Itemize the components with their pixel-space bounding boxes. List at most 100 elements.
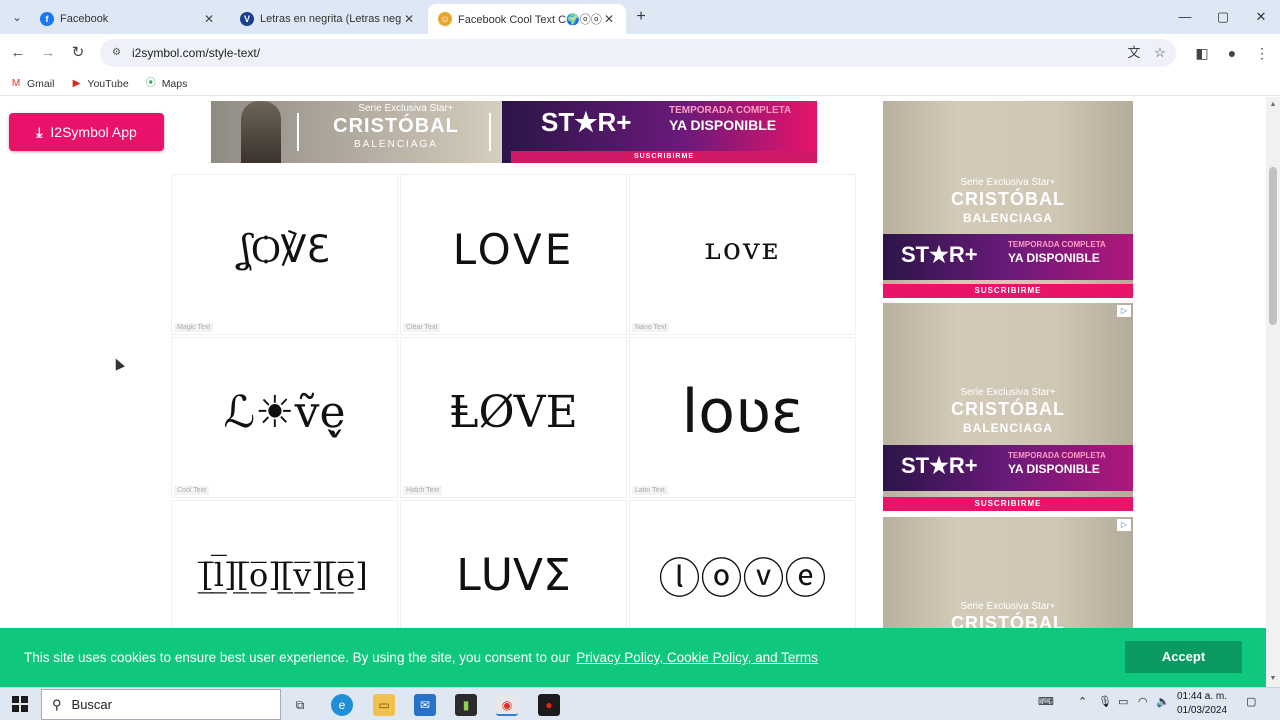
bookmark-youtube[interactable]: ▶ YouTube [70, 77, 129, 90]
ad-divider [489, 113, 491, 151]
bookmark-gmail[interactable]: M Gmail [10, 77, 55, 90]
bookmark-label: Maps [161, 77, 188, 90]
url-text: i2symbol.com/style-text/ [132, 46, 261, 60]
reload-icon[interactable]: ↻ [68, 43, 88, 63]
ad-band: ST★R+ TEMPORADA COMPLETA YA DISPONIBLE [883, 445, 1133, 491]
ad-subscribe-button[interactable]: SUSCRIBIRME [883, 284, 1133, 298]
file-explorer-icon[interactable]: ▭ [373, 694, 395, 716]
tab-letras-negrita[interactable]: V Letras en negrita (Letras negrita ✕ [230, 4, 426, 34]
style-card-latin[interactable]: loʋɛ Latin Text [629, 337, 856, 498]
close-icon[interactable]: ✕ [602, 12, 616, 26]
taskbar-clock[interactable]: 01:44 a. m. 01/03/2024 [1170, 690, 1234, 718]
chrome-icon[interactable]: ◉ [496, 694, 518, 716]
notifications-icon[interactable]: ▢ [1246, 695, 1256, 708]
site-info-icon[interactable]: ⚙ [112, 47, 124, 59]
style-label: Clear Text [403, 323, 441, 332]
scrollbar-thumb[interactable] [1269, 167, 1277, 325]
ad-serie-text: Serie Exclusiva Star+ [960, 177, 1056, 188]
tab-facebook-cool-text[interactable]: ☺ Facebook Cool Text C🌍ⓞⓞ ✕ [428, 4, 626, 34]
edge-icon[interactable]: e [331, 694, 353, 716]
tab-search-chevron-icon[interactable]: ⌄ [6, 7, 28, 29]
ad-temporada: TEMPORADA COMPLETA [1008, 451, 1106, 460]
accept-cookies-button[interactable]: Accept [1125, 641, 1242, 673]
profile-avatar[interactable]: ● [1222, 43, 1242, 63]
menu-kebab-icon[interactable]: ⋮ [1252, 43, 1272, 63]
side-panel-icon[interactable]: ◧ [1192, 43, 1212, 63]
scroll-down-icon[interactable]: ▼ [1266, 673, 1280, 685]
ad-ya-disponible: YA DISPONIBLE [1008, 462, 1100, 476]
adchoices-icon[interactable]: ▷ [1117, 305, 1131, 317]
search-icon: ⚲ [52, 696, 62, 712]
bookmarks-bar: M Gmail ▶ YouTube ⦿ Maps [0, 72, 1280, 96]
close-icon[interactable]: ✕ [202, 12, 216, 26]
i2symbol-app-button[interactable]: ⤓ I2Symbol App [9, 113, 164, 151]
cookie-message: This site uses cookies to ensure best us… [24, 650, 571, 665]
volume-icon[interactable]: 🔈 [1156, 695, 1170, 708]
translate-icon[interactable]: 文 [1124, 43, 1144, 63]
ad-divider [297, 113, 299, 151]
battery-icon[interactable]: ▭ [1118, 695, 1128, 708]
scroll-up-icon[interactable]: ▲ [1266, 99, 1280, 111]
style-card-cool[interactable]: ℒ☀ṽẹ̬ Cool Text [171, 337, 398, 498]
style-card-magic[interactable]: ʆѺ℣ℇ Magic Text [171, 174, 398, 335]
adchoices-icon[interactable]: ▷ [1117, 519, 1131, 531]
ad-temporada: TEMPORADA COMPLETA [1008, 240, 1106, 249]
bookmark-star-icon[interactable]: ☆ [1150, 43, 1170, 63]
ad-title: CRISTÓBAL [333, 115, 459, 137]
cookie-consent-banner: This site uses cookies to ensure best us… [0, 628, 1266, 687]
mail-icon[interactable]: ✉ [414, 694, 436, 716]
ad-ya-disponible: YA DISPONIBLE [1008, 251, 1100, 265]
page-scrollbar[interactable]: ▲ ▼ [1266, 97, 1280, 687]
app-icon[interactable]: ▮ [455, 694, 477, 716]
microphone-icon[interactable]: 🎙 [1098, 695, 1112, 708]
star-plus-logo: ST★R+ [901, 453, 978, 478]
star-plus-logo: ST★R+ [541, 107, 632, 137]
close-icon[interactable]: ✕ [402, 12, 416, 26]
wifi-icon[interactable]: ◠ [1138, 695, 1148, 708]
tab-title: Letras en negrita (Letras negrita [260, 13, 402, 25]
ad-serie-text: Serie Exclusiva Star+ [358, 103, 454, 114]
tray-chevron-icon[interactable]: ⌃ [1078, 695, 1087, 708]
top-banner-ad[interactable]: Serie Exclusiva Star+ CRISTÓBAL BALENCIA… [211, 101, 817, 163]
style-label: Nano Text [632, 323, 670, 332]
privacy-policy-link[interactable]: Privacy Policy, Cookie Policy, and Terms [576, 650, 818, 665]
back-icon[interactable]: ← [8, 43, 28, 63]
side-banner-ad[interactable]: Serie Exclusiva Star+ CRISTÓBAL BALENCIA… [883, 101, 1133, 298]
forward-icon[interactable]: → [38, 43, 58, 63]
close-window-icon[interactable]: ✕ [1252, 8, 1270, 26]
youtube-icon: ▶ [72, 77, 81, 89]
address-bar[interactable]: ⚙ i2symbol.com/style-text/ 文 ☆ [100, 39, 1176, 67]
minimize-icon[interactable]: — [1176, 8, 1194, 26]
ad-title: CRISTÓBAL [951, 189, 1065, 209]
recording-app-icon[interactable]: ● [538, 694, 560, 716]
ad-subtitle: BALENCIAGA [963, 211, 1053, 225]
style-label: Magic Text [174, 323, 214, 332]
app-button-label: I2Symbol App [50, 124, 137, 140]
keyboard-icon[interactable]: ⌨ [1038, 695, 1054, 708]
ad-person-image [241, 101, 281, 163]
task-view-icon[interactable]: ⧉ [289, 694, 311, 716]
maximize-icon[interactable]: ▢ [1214, 8, 1232, 26]
windows-taskbar: ⚲ Buscar ⧉ e ▭ ✉ ▮ ◉ ● ⌨ ⌃ 🎙 ▭ ◠ 🔈 01:44… [0, 687, 1280, 720]
maps-pin-icon: ⦿ [145, 77, 156, 89]
ad-subscribe-button[interactable]: SUSCRIBIRME [883, 497, 1133, 511]
ad-subscribe-button[interactable]: SUSCRIBIRME [511, 151, 817, 163]
browser-tab-bar: ⌄ f Facebook ✕ V Letras en negrita (Letr… [0, 0, 1280, 34]
windows-start-icon[interactable] [12, 696, 28, 712]
page-viewport: ⤓ I2Symbol App Serie Exclusiva Star+ CRI… [0, 97, 1266, 687]
mouse-cursor [111, 356, 125, 371]
bookmark-label: Gmail [27, 77, 55, 90]
new-tab-button[interactable]: + [632, 8, 650, 26]
taskbar-search-box[interactable]: ⚲ Buscar [41, 689, 281, 720]
facebook-icon: f [40, 12, 54, 26]
side-banner-ad[interactable]: ▷ Serie Exclusiva Star+ CRISTÓBAL BALENC… [883, 303, 1133, 511]
bookmark-maps[interactable]: ⦿ Maps [145, 78, 188, 90]
style-card-hatch[interactable]: ⱠØVE Hatch Text [400, 337, 627, 498]
style-card-nano[interactable]: ʟᴏᴠᴇ Nano Text [629, 174, 856, 335]
tab-facebook[interactable]: f Facebook ✕ [30, 4, 226, 34]
style-card-clear[interactable]: LOVE Clear Text [400, 174, 627, 335]
style-sample: LᑌVΣ [456, 549, 571, 601]
style-sample: ℒ☀ṽẹ̬ [223, 386, 346, 438]
tab-title: Facebook Cool Text C🌍ⓞⓞ [458, 14, 602, 26]
browser-toolbar: ← → ↻ ⚙ i2symbol.com/style-text/ 文 ☆ ◧ ●… [0, 34, 1280, 72]
